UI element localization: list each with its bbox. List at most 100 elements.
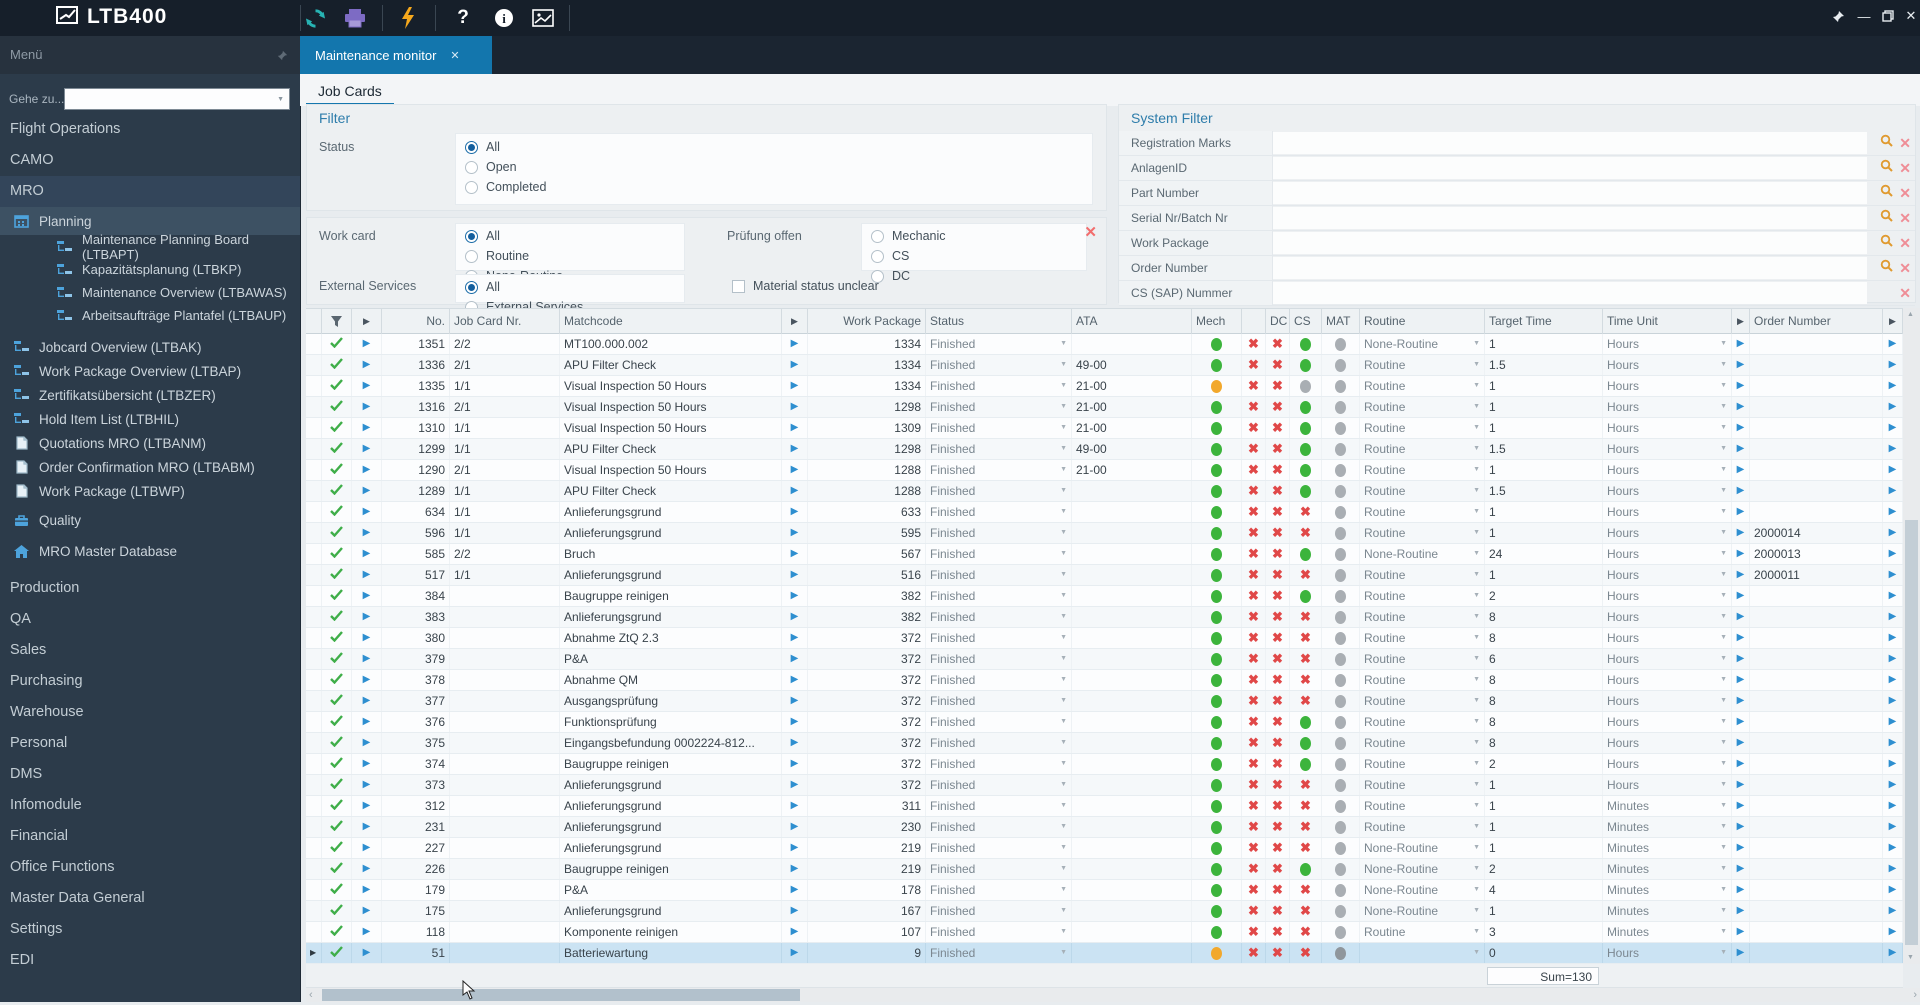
table-row[interactable]: ▶ 1316 2/1 Visual Inspection 50 Hours ▶ 1298 F… (306, 397, 1903, 418)
cell-unit[interactable]: Hours ▼ (1603, 544, 1732, 564)
search-icon[interactable] (1880, 134, 1893, 152)
scroll-left-icon[interactable]: ‹ (309, 988, 313, 1002)
cell-status[interactable]: Finished ▼ (926, 691, 1072, 711)
part-number-input[interactable] (1273, 182, 1867, 204)
order-number-input[interactable] (1273, 257, 1867, 279)
cell-playC[interactable]: ▶ (1732, 880, 1750, 900)
table-row[interactable]: ▶ 175 Anlieferungsgrund ▶ 167 Finished ▼ ✖ ✖ ✖ Non… (306, 901, 1903, 922)
cell-playB[interactable]: ▶ (782, 460, 808, 480)
cell-unit[interactable]: Hours ▼ (1603, 376, 1732, 396)
table-row[interactable]: ▶ 376 Funktionsprüfung ▶ 372 Finished ▼ ✖ ✖ Routi… (306, 712, 1903, 733)
cell-playD[interactable]: ▶ (1883, 418, 1903, 438)
cell-unit[interactable]: Minutes ▼ (1603, 796, 1732, 816)
cell-playD[interactable]: ▶ (1883, 943, 1903, 963)
lightning-icon[interactable] (391, 4, 425, 32)
sidebar-item-dms[interactable]: DMS (0, 759, 300, 790)
cell-playD[interactable]: ▶ (1883, 754, 1903, 774)
cell-unit[interactable]: Hours ▼ (1603, 733, 1732, 753)
column-header-x1[interactable] (1242, 309, 1266, 334)
radio-cs[interactable] (871, 249, 884, 263)
cell-playB[interactable]: ▶ (782, 523, 808, 543)
radio-all[interactable] (465, 229, 478, 243)
cell-routine[interactable]: Routine ▼ (1360, 649, 1485, 669)
cell-unit[interactable]: Hours ▼ (1603, 628, 1732, 648)
cell-routine[interactable]: None-Routine ▼ (1360, 838, 1485, 858)
table-row[interactable]: ▶ 118 Komponente reinigen ▶ 107 Finished ▼ ✖ ✖ ✖ R… (306, 922, 1903, 943)
cell-playD[interactable]: ▶ (1883, 439, 1903, 459)
cell-playB[interactable]: ▶ (782, 649, 808, 669)
cell-playC[interactable]: ▶ (1732, 922, 1750, 942)
table-row[interactable]: ▶ 1310 1/1 Visual Inspection 50 Hours ▶ 1309 F… (306, 418, 1903, 439)
cell-playD[interactable]: ▶ (1883, 691, 1903, 711)
table-row[interactable]: ▶ 373 Anlieferungsgrund ▶ 372 Finished ▼ ✖ ✖ ✖ Rou… (306, 775, 1903, 796)
cell-playB[interactable]: ▶ (782, 418, 808, 438)
cell-playC[interactable]: ▶ (1732, 607, 1750, 627)
print-icon[interactable] (338, 4, 372, 32)
sidebar-item-work-package-ltbwp[interactable]: Work Package (LTBWP) (0, 479, 300, 503)
cell-playB[interactable]: ▶ (782, 628, 808, 648)
sidebar-item-work-package-overview-ltbap[interactable]: Work Package Overview (LTBAP) (0, 359, 300, 383)
cell-playC[interactable]: ▶ (1732, 901, 1750, 921)
cell-status[interactable]: Finished ▼ (926, 649, 1072, 669)
image-icon[interactable] (526, 4, 560, 32)
tab-job-cards[interactable]: Job Cards (306, 79, 394, 106)
sidebar-item-order-confirmation-mro-ltbabm[interactable]: Order Confirmation MRO (LTBABM) (0, 455, 300, 479)
cell-playB[interactable]: ▶ (782, 712, 808, 732)
scroll-up-icon[interactable]: ▲ (1907, 311, 1914, 318)
cell-playB[interactable]: ▶ (782, 334, 808, 354)
cell-unit[interactable]: Hours ▼ (1603, 670, 1732, 690)
radio-completed[interactable] (465, 180, 478, 194)
cell-routine[interactable]: Routine ▼ (1360, 418, 1485, 438)
cell-unit[interactable]: Hours ▼ (1603, 607, 1732, 627)
clear-icon[interactable]: ✕ (1899, 161, 1911, 175)
close-icon[interactable]: ✕ (1899, 0, 1920, 32)
cell-playD[interactable]: ▶ (1883, 817, 1903, 837)
cell-status[interactable]: Finished ▼ (926, 817, 1072, 837)
cell-routine[interactable]: Routine ▼ (1360, 355, 1485, 375)
cell-playC[interactable]: ▶ (1732, 460, 1750, 480)
cell-routine[interactable]: Routine ▼ (1360, 397, 1485, 417)
cell-routine[interactable]: Routine ▼ (1360, 439, 1485, 459)
cell-playB[interactable]: ▶ (782, 943, 808, 963)
cell-playD[interactable]: ▶ (1883, 523, 1903, 543)
cell-playD[interactable]: ▶ (1883, 901, 1903, 921)
arrow-column-header[interactable]: ▶ (1883, 309, 1903, 334)
sidebar-item-sales[interactable]: Sales (0, 635, 300, 666)
cell-playA[interactable]: ▶ (352, 670, 382, 690)
cell-status[interactable]: Finished ▼ (926, 355, 1072, 375)
workcard-option-all[interactable]: All (456, 226, 684, 246)
cell-status[interactable]: Finished ▼ (926, 481, 1072, 501)
cell-playD[interactable]: ▶ (1883, 481, 1903, 501)
cell-playC[interactable]: ▶ (1732, 670, 1750, 690)
vertical-scrollbar[interactable]: ▲ ▼ (1903, 308, 1920, 964)
arrow-column-header[interactable]: ▶ (1732, 309, 1750, 334)
cell-playB[interactable]: ▶ (782, 355, 808, 375)
column-header-unit[interactable]: Time Unit (1603, 309, 1732, 334)
pin-icon[interactable] (277, 48, 288, 66)
cell-status[interactable]: Finished ▼ (926, 880, 1072, 900)
sidebar-item-hold-item-list-ltbhil[interactable]: Hold Item List (LTBHIL) (0, 407, 300, 431)
table-row[interactable]: ▶ 312 Anlieferungsgrund ▶ 311 Finished ▼ ✖ ✖ ✖ Rou… (306, 796, 1903, 817)
table-row[interactable]: ▶ 231 Anlieferungsgrund ▶ 230 Finished ▼ ✖ ✖ ✖ Rou… (306, 817, 1903, 838)
table-row[interactable]: ▶ 379 P&A ▶ 372 Finished ▼ ✖ ✖ ✖ Routine ▼ 6 Hours ▼ ▶ ▶ (306, 649, 1903, 670)
cell-playB[interactable]: ▶ (782, 817, 808, 837)
column-header-order[interactable]: Order Number (1750, 309, 1883, 334)
cell-routine[interactable]: None-Routine ▼ (1360, 334, 1485, 354)
sidebar-item-settings[interactable]: Settings (0, 914, 300, 945)
cell-playA[interactable]: ▶ (352, 523, 382, 543)
cell-playC[interactable]: ▶ (1732, 649, 1750, 669)
cell-routine[interactable]: Routine ▼ (1360, 586, 1485, 606)
pruefung-option-cs[interactable]: CS (862, 246, 1086, 266)
cell-unit[interactable]: Hours ▼ (1603, 754, 1732, 774)
cell-routine[interactable]: Routine ▼ (1360, 481, 1485, 501)
cell-playB[interactable]: ▶ (782, 691, 808, 711)
scroll-right-icon[interactable]: › (1913, 988, 1917, 1002)
cell-playA[interactable]: ▶ (352, 922, 382, 942)
cell-routine[interactable]: Routine ▼ (1360, 691, 1485, 711)
cell-playA[interactable]: ▶ (352, 901, 382, 921)
radio-open[interactable] (465, 160, 478, 174)
cell-playA[interactable]: ▶ (352, 502, 382, 522)
column-header-routine[interactable]: Routine (1360, 309, 1485, 334)
workcard-option-routine[interactable]: Routine (456, 246, 684, 266)
cell-playC[interactable]: ▶ (1732, 733, 1750, 753)
